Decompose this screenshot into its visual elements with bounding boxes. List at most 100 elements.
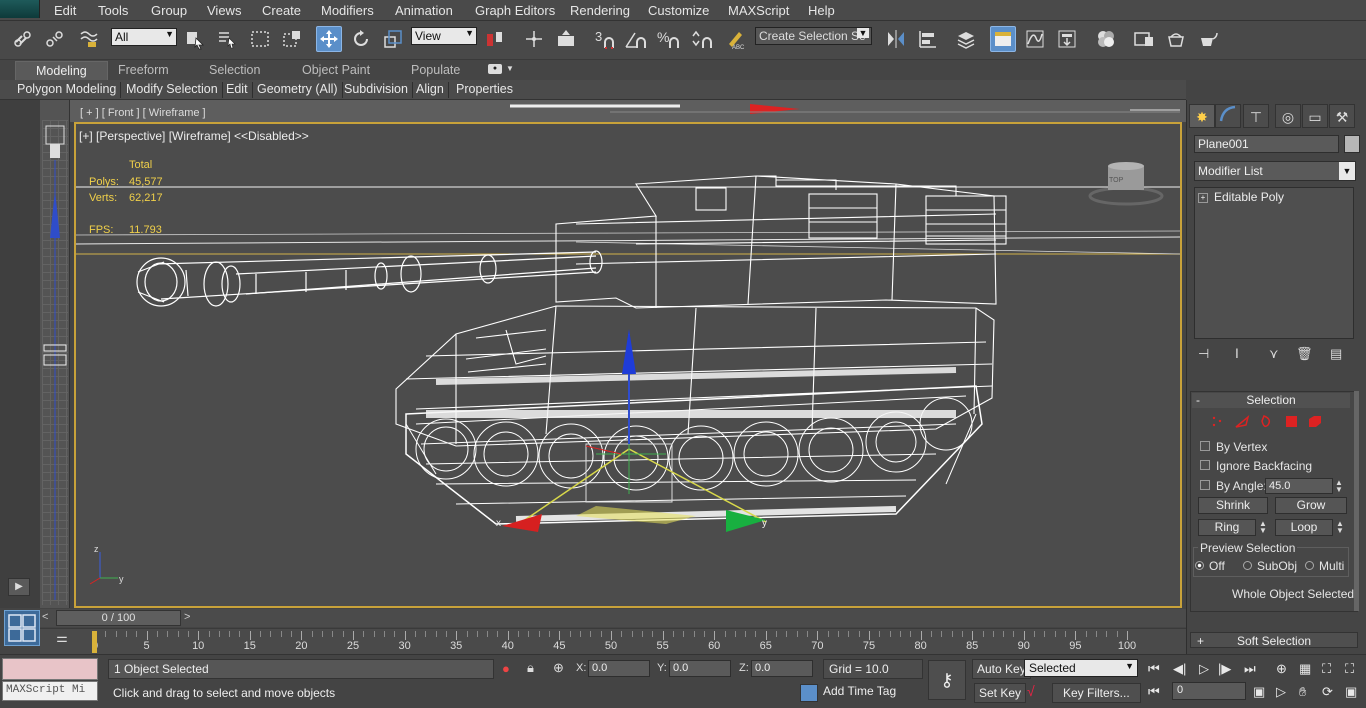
select-object-icon[interactable]: [182, 26, 208, 52]
motion-tab-icon[interactable]: ◎: [1275, 104, 1301, 128]
select-by-name-icon[interactable]: [214, 26, 240, 52]
menu-group[interactable]: Group: [151, 3, 187, 18]
ribbon-tab-modeling[interactable]: Modeling: [15, 61, 108, 80]
link-icon[interactable]: [10, 26, 36, 52]
menu-maxscript[interactable]: MAXScript: [728, 3, 789, 18]
zoom-extents-all-icon[interactable]: ⛶: [1345, 661, 1354, 677]
menu-edit[interactable]: Edit: [54, 3, 76, 18]
prev-frame-icon[interactable]: ◀︎|: [1173, 661, 1186, 677]
selection-filter-dropdown[interactable]: All ▼: [111, 28, 177, 46]
ribbon-geometry-all[interactable]: Geometry (All): [253, 82, 343, 98]
by-vertex-checkbox[interactable]: [1200, 441, 1210, 451]
coord-x-field[interactable]: 0.0: [588, 660, 650, 677]
expand-plus-icon[interactable]: +: [1198, 192, 1208, 203]
unlink-icon[interactable]: [42, 26, 68, 52]
ribbon-tab-freeform[interactable]: Freeform: [118, 63, 169, 77]
preview-off-radio[interactable]: [1195, 561, 1204, 570]
snaps-3d-icon[interactable]: 3: [592, 26, 618, 52]
spinner-arrows-icon[interactable]: ▲ ▼: [1335, 479, 1343, 494]
rect-region-icon[interactable]: [247, 26, 273, 52]
add-time-tag[interactable]: Add Time Tag: [823, 684, 896, 698]
pan-icon[interactable]: ✋︎: [1299, 684, 1306, 700]
ring-spinner-icon[interactable]: ▲ ▼: [1259, 520, 1267, 535]
coord-y-field[interactable]: 0.0: [669, 660, 731, 677]
show-end-result-icon[interactable]: Ⅰ: [1235, 346, 1239, 362]
time-cursor[interactable]: [92, 631, 97, 653]
maxscript-mini-listener[interactable]: MAXScript Mi: [2, 681, 98, 701]
go-to-end-icon[interactable]: ⏭: [1244, 661, 1256, 677]
loop-spinner-icon[interactable]: ▲ ▼: [1336, 520, 1344, 535]
ribbon-tab-populate[interactable]: Populate: [411, 63, 460, 77]
maxscript-listener-output[interactable]: [2, 658, 98, 680]
key-filters-button[interactable]: Key Filters...: [1052, 683, 1141, 703]
orbit-icon[interactable]: ⟳: [1322, 684, 1333, 700]
time-config-icon[interactable]: ▣: [1253, 684, 1265, 700]
field-of-view-icon[interactable]: ▷: [1276, 684, 1286, 700]
key-curve-icon[interactable]: √: [1027, 683, 1035, 699]
create-tab-icon[interactable]: ✸: [1189, 104, 1215, 128]
time-slider[interactable]: 0 / 100: [56, 610, 181, 626]
menu-customize[interactable]: Customize: [648, 3, 709, 18]
select-rotate-icon[interactable]: [348, 26, 374, 52]
manipulate-icon[interactable]: [521, 26, 547, 52]
by-angle-checkbox[interactable]: [1200, 480, 1210, 490]
chevron-down-icon[interactable]: ▼: [506, 64, 514, 73]
rendered-frame-icon[interactable]: [1163, 26, 1189, 52]
hierarchy-tab-icon[interactable]: ⊤: [1243, 104, 1269, 128]
current-frame-field[interactable]: 0: [1172, 682, 1246, 700]
angle-snap-icon[interactable]: [622, 26, 648, 52]
utilities-tab-icon[interactable]: ⚒: [1329, 104, 1355, 128]
menu-animation[interactable]: Animation: [395, 3, 453, 18]
expand-play-icon[interactable]: ▶: [8, 578, 30, 596]
make-unique-icon[interactable]: ⋎: [1269, 346, 1279, 362]
zoom-icon[interactable]: ⊕: [1276, 661, 1287, 677]
object-color-swatch[interactable]: [1344, 135, 1360, 153]
go-to-start-icon[interactable]: ⏮: [1148, 661, 1160, 677]
coord-z-field[interactable]: 0.0: [751, 660, 813, 677]
angle-spinner[interactable]: 45.0: [1265, 478, 1333, 494]
material-editor-icon[interactable]: [1093, 26, 1119, 52]
front-viewport-label[interactable]: [ + ] [ Front ] [ Wireframe ]: [80, 107, 206, 119]
bind-spacewarp-icon[interactable]: [76, 26, 102, 52]
viewport-layout-button[interactable]: [4, 610, 40, 646]
selection-rollout-header[interactable]: Selection: [1192, 393, 1350, 408]
time-next-icon[interactable]: >: [184, 611, 190, 623]
pivot-center-icon[interactable]: [482, 26, 508, 52]
remove-modifier-icon[interactable]: 🗑︎: [1296, 346, 1313, 362]
ignore-backfacing-checkbox[interactable]: [1200, 460, 1210, 470]
collapse-minus-icon[interactable]: -: [1196, 393, 1200, 407]
menu-rendering[interactable]: Rendering: [570, 3, 630, 18]
ribbon-tab-object-paint[interactable]: Object Paint: [302, 63, 370, 77]
preview-subobj-radio[interactable]: [1243, 561, 1252, 570]
pin-stack-icon[interactable]: ⊣: [1198, 346, 1209, 362]
menu-help[interactable]: Help: [808, 3, 835, 18]
modifier-stack[interactable]: [1194, 187, 1354, 339]
front-viewport[interactable]: [70, 100, 1186, 122]
soft-selection-rollout[interactable]: + Soft Selection: [1190, 632, 1358, 648]
toggle-ribbon-icon[interactable]: [990, 26, 1016, 52]
percent-snap-icon[interactable]: %: [655, 26, 681, 52]
zoom-all-icon[interactable]: ▦: [1299, 661, 1311, 677]
mirror-icon[interactable]: [883, 26, 909, 52]
left-viewport[interactable]: [40, 100, 70, 608]
app-logo-button[interactable]: [0, 0, 40, 18]
menu-graph-editors[interactable]: Graph Editors: [475, 3, 555, 18]
spinner-snap-icon[interactable]: [688, 26, 714, 52]
set-key-button[interactable]: Set Key: [974, 683, 1027, 703]
keyboard-shortcut-icon[interactable]: [553, 26, 579, 52]
render-icon[interactable]: [1196, 26, 1222, 52]
menu-tools[interactable]: Tools: [98, 3, 128, 18]
absolute-mode-icon[interactable]: ⊕: [553, 660, 564, 676]
ring-button[interactable]: Ring: [1198, 519, 1256, 536]
ribbon-options-icon[interactable]: ●: [488, 64, 502, 74]
ribbon-polygon-modeling[interactable]: Polygon Modeling: [13, 82, 122, 98]
curve-editor-icon[interactable]: [1022, 26, 1048, 52]
object-name-field[interactable]: Plane001: [1194, 135, 1339, 153]
ref-coord-dropdown[interactable]: View ▼: [411, 27, 477, 45]
configure-sets-icon[interactable]: ▤: [1330, 346, 1342, 362]
zoom-extents-icon[interactable]: ⛶: [1322, 661, 1331, 677]
shrink-button[interactable]: Shrink: [1198, 497, 1268, 514]
display-tab-icon[interactable]: ▭: [1302, 104, 1328, 128]
schematic-view-icon[interactable]: [1054, 26, 1080, 52]
maximize-viewport-icon[interactable]: ▣: [1345, 684, 1357, 700]
